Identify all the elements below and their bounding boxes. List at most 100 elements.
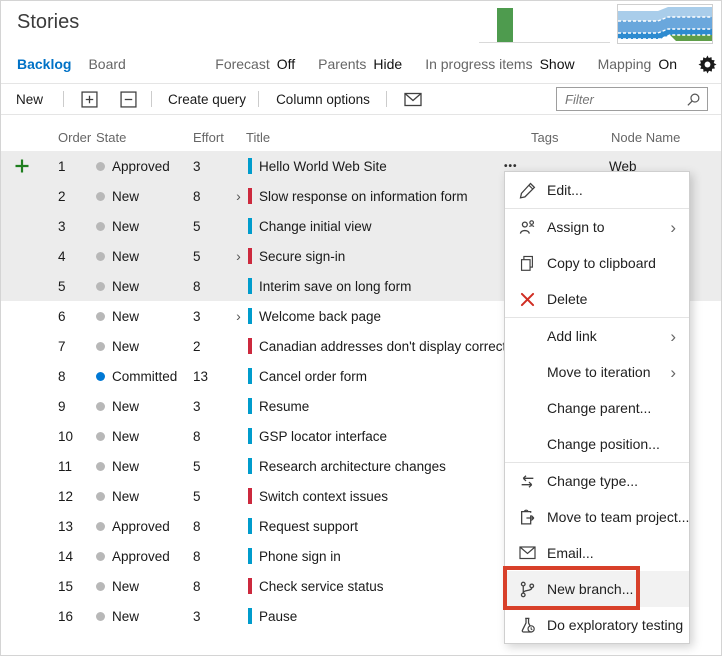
forecast-toggle[interactable]: Forecast Off	[215, 56, 295, 72]
branch-icon	[517, 581, 537, 598]
row-title[interactable]: Secure sign-in	[259, 249, 345, 264]
row-title[interactable]: Slow response on information form	[259, 189, 468, 204]
menu-item-do-exploratory-testing[interactable]: Do exploratory testing	[505, 607, 689, 643]
row-state: New	[112, 308, 140, 324]
work-item-type-bar	[248, 218, 252, 234]
row-state: Approved	[112, 158, 170, 174]
parents-toggle[interactable]: Parents Hide	[318, 56, 402, 72]
create-query-button[interactable]: Create query	[168, 92, 246, 107]
state-dot-icon	[96, 191, 105, 201]
backlog-page: Stories Backlog Board Forecast Off Paren…	[0, 0, 722, 656]
expand-all-icon[interactable]	[81, 90, 98, 108]
tab-backlog[interactable]: Backlog	[17, 56, 77, 72]
menu-item-new-branch[interactable]: New branch...	[505, 571, 689, 607]
row-state: New	[112, 428, 140, 444]
view-controls: Forecast Off Parents Hide In progress it…	[215, 51, 717, 77]
state-dot-icon	[96, 281, 105, 291]
row-effort: 8	[193, 188, 201, 204]
menu-item-edit[interactable]: Edit...	[505, 172, 689, 208]
page-title: Stories	[17, 11, 80, 33]
row-title[interactable]: Interim save on long form	[259, 279, 411, 294]
cumulative-flow-chart[interactable]	[617, 4, 713, 44]
row-effort: 3	[193, 308, 201, 324]
work-item-type-bar	[248, 548, 252, 564]
work-item-type-bar	[248, 338, 252, 354]
menu-item-assign-to[interactable]: Assign to ›	[505, 209, 689, 245]
row-state: New	[112, 248, 140, 264]
row-title[interactable]: Canadian addresses don't display correct…	[259, 339, 516, 354]
row-title[interactable]: Hello World Web Site	[259, 159, 387, 174]
row-order: 11	[58, 458, 73, 474]
pencil-icon	[517, 182, 537, 199]
menu-item-email[interactable]: Email...	[505, 535, 689, 571]
menu-item-move-to-iteration[interactable]: Move to iteration ›	[505, 354, 689, 390]
in-progress-items-toggle[interactable]: In progress items Show	[425, 56, 574, 72]
menu-item-change-type[interactable]: Change type...	[505, 463, 689, 499]
row-order: 16	[58, 608, 74, 624]
row-state: Approved	[112, 518, 170, 534]
menu-item-change-position[interactable]: Change position...	[505, 426, 689, 462]
row-effort: 3	[193, 158, 201, 174]
delete-icon	[517, 292, 537, 307]
menu-item-copy-to-clipboard[interactable]: Copy to clipboard	[505, 245, 689, 281]
row-state: Approved	[112, 548, 170, 564]
column-options-button[interactable]: Column options	[276, 92, 370, 107]
search-icon[interactable]	[686, 92, 701, 112]
row-title[interactable]: Resume	[259, 399, 309, 414]
expand-chevron-icon[interactable]: ›	[229, 188, 248, 204]
row-title[interactable]: Pause	[259, 609, 297, 624]
tab-board[interactable]: Board	[88, 56, 131, 72]
row-title[interactable]: Research architecture changes	[259, 459, 446, 474]
menu-item-change-parent[interactable]: Change parent...	[505, 390, 689, 426]
expand-chevron-icon[interactable]: ›	[229, 308, 248, 324]
row-effort: 8	[193, 518, 201, 534]
collapse-all-icon[interactable]	[120, 90, 137, 108]
row-title[interactable]: GSP locator interface	[259, 429, 387, 444]
mapping-toggle[interactable]: Mapping On	[598, 56, 677, 72]
work-item-type-bar	[248, 488, 252, 504]
submenu-chevron-icon: ›	[670, 362, 676, 382]
row-title[interactable]: Change initial view	[259, 219, 372, 234]
state-dot-icon	[96, 491, 105, 501]
copy-icon	[517, 255, 537, 272]
row-order: 1	[58, 158, 66, 174]
menu-item-move-to-team-project[interactable]: Move to team project...	[505, 499, 689, 535]
toolbar-separator	[151, 91, 153, 107]
row-title[interactable]: Welcome back page	[259, 309, 381, 324]
expand-chevron-icon[interactable]: ›	[229, 248, 248, 264]
menu-item-delete[interactable]: Delete	[505, 281, 689, 317]
row-order: 9	[58, 398, 66, 414]
row-title[interactable]: Cancel order form	[259, 369, 367, 384]
row-effort: 8	[193, 548, 201, 564]
settings-gear-icon[interactable]	[698, 54, 717, 74]
row-order: 7	[58, 338, 66, 354]
row-state: New	[112, 338, 140, 354]
work-item-type-bar	[248, 578, 252, 594]
row-effort: 3	[193, 608, 201, 624]
add-item-button[interactable]	[15, 159, 58, 173]
row-title[interactable]: Request support	[259, 519, 358, 534]
state-dot-icon	[96, 401, 105, 411]
state-dot-icon	[96, 371, 105, 381]
row-title[interactable]: Phone sign in	[259, 549, 341, 564]
row-title[interactable]: Switch context issues	[259, 489, 388, 504]
state-dot-icon	[96, 251, 105, 261]
row-effort: 3	[193, 398, 201, 414]
filter-input[interactable]	[557, 88, 689, 110]
header-divider	[1, 83, 721, 84]
work-item-type-bar	[248, 398, 252, 414]
toolbar-separator	[385, 91, 387, 107]
row-order: 3	[58, 218, 66, 234]
state-dot-icon	[96, 551, 105, 561]
email-icon[interactable]	[404, 92, 422, 107]
menu-item-add-link[interactable]: Add link ›	[505, 318, 689, 354]
filter-box	[556, 87, 708, 111]
row-effort: 5	[193, 488, 201, 504]
column-header-effort: Effort	[193, 129, 224, 145]
toolbar-separator	[63, 91, 65, 107]
new-button[interactable]: New	[16, 92, 43, 107]
row-title[interactable]: Check service status	[259, 579, 384, 594]
submenu-chevron-icon: ›	[670, 326, 676, 346]
velocity-chart[interactable]	[478, 4, 612, 44]
mail-icon	[517, 546, 537, 560]
